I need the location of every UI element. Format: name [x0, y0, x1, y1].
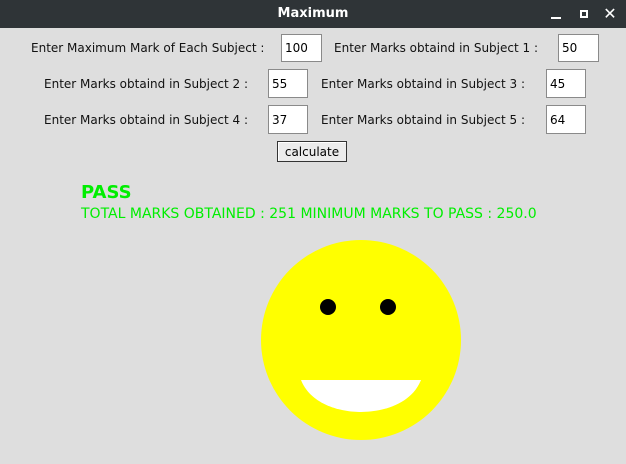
right-eye: [380, 299, 396, 315]
subject4-label: Enter Marks obtaind in Subject 4 :: [44, 113, 248, 127]
subject5-label: Enter Marks obtaind in Subject 5 :: [321, 113, 525, 127]
minimize-button[interactable]: [546, 4, 566, 24]
maximize-button[interactable]: [574, 4, 594, 24]
window-title: Maximum: [277, 6, 349, 21]
result-status: PASS: [81, 182, 132, 203]
close-icon: ✕: [603, 4, 617, 23]
subject2-input[interactable]: [268, 69, 308, 98]
subject4-input[interactable]: [268, 105, 308, 134]
max-mark-label: Enter Maximum Mark of Each Subject :: [31, 41, 265, 55]
minimize-icon: [551, 17, 561, 19]
subject3-label: Enter Marks obtaind in Subject 3 :: [321, 77, 525, 91]
subject5-input[interactable]: [546, 105, 586, 134]
max-mark-input[interactable]: [281, 34, 322, 62]
subject1-input[interactable]: [558, 34, 599, 62]
close-button[interactable]: ✕: [600, 4, 620, 24]
result-totals: TOTAL MARKS OBTAINED : 251 MINIMUM MARKS…: [81, 206, 537, 222]
left-eye: [320, 299, 336, 315]
maximize-icon: [580, 10, 588, 18]
smiley-face-icon: [261, 240, 461, 440]
subject3-input[interactable]: [546, 69, 586, 98]
calculate-button[interactable]: calculate: [277, 141, 347, 162]
subject1-label: Enter Marks obtaind in Subject 1 :: [334, 41, 538, 55]
subject2-label: Enter Marks obtaind in Subject 2 :: [44, 77, 248, 91]
title-bar: Maximum ✕: [0, 0, 626, 28]
